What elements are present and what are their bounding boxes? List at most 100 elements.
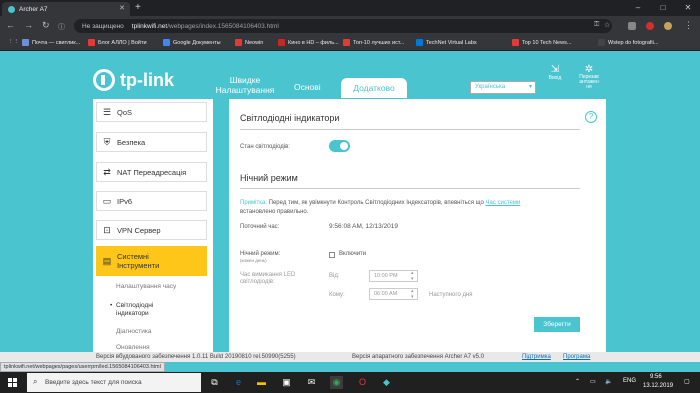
led-status-toggle[interactable]	[329, 140, 350, 152]
sidebar-item-nat[interactable]: ⇄ NAT Переадресація	[96, 162, 207, 182]
tab-quick-setup[interactable]: Швидке Налаштування	[214, 75, 276, 95]
bookmark-item[interactable]: Wstep do fotografii...	[598, 39, 658, 46]
bookmark-icon	[343, 39, 350, 46]
address-bar-row: ← → ↻ ⓘ Не защищено tplinkwifi.net /webp…	[0, 16, 700, 36]
main-panel: Світлодіодні індикатори Стан світлодіоді…	[229, 99, 606, 361]
bookmark-icon	[163, 39, 170, 46]
divider	[240, 188, 580, 189]
taskbar: Введите здесь текст для поиска ⌕ ⧉ e ▬ ▣…	[0, 372, 700, 393]
url-host: tplinkwifi.net	[131, 22, 168, 30]
save-button[interactable]: Зберегти	[534, 317, 580, 332]
clock-date[interactable]: 13.12.2019	[643, 383, 673, 389]
store-icon[interactable]: ▣	[280, 376, 293, 389]
bookmark-icon	[278, 39, 285, 46]
minimize-button[interactable]: –	[626, 0, 650, 16]
bookmark-item[interactable]: Кино в HD – филь...	[278, 39, 339, 46]
file-explorer-icon[interactable]: ▬	[255, 376, 268, 389]
led-off-time-label: Час вимикання LED світлодіодів:	[240, 272, 296, 285]
url-bar[interactable]: Не защищено tplinkwifi.net /webpages/ind…	[74, 19, 612, 33]
language-select[interactable]: Українська	[470, 81, 536, 94]
opera-extension-icon[interactable]	[646, 22, 654, 30]
network-icon[interactable]: ▭	[590, 378, 596, 385]
notifications-icon[interactable]: ▢	[684, 378, 690, 385]
help-icon[interactable]: ?	[585, 111, 597, 123]
sidebar: ☰ QoS ⛨ Безпека ⇄ NAT Переадресація ▭ IPv6 ⊡…	[93, 99, 213, 361]
qos-icon: ☰	[102, 106, 112, 117]
current-time-value: 9:56:08 AM, 12/13/2019	[329, 223, 399, 230]
language-indicator[interactable]: ENG	[623, 378, 636, 384]
submenu-led[interactable]: Світлодіодні індикатори	[110, 302, 196, 318]
enable-checkbox-row[interactable]: Включити	[329, 251, 366, 258]
sidebar-item-vpn[interactable]: ⊡ VPN Сервер	[96, 220, 207, 240]
reload-icon[interactable]: ↻	[42, 20, 50, 31]
edge-icon[interactable]: e	[232, 376, 245, 389]
star-icon[interactable]: ☆	[604, 21, 610, 29]
clock-time[interactable]: 9:56	[650, 374, 662, 380]
submenu-firmware-update[interactable]: Оновлення	[116, 344, 150, 352]
extension-icon[interactable]	[628, 22, 636, 30]
system-time-link[interactable]: Час системи	[486, 200, 521, 206]
section-title-led: Світлодіодні індикатори	[240, 113, 340, 123]
bookmark-icon	[22, 39, 29, 46]
submenu-time-settings[interactable]: Налаштування часу	[116, 283, 176, 291]
bookmark-item[interactable]: Блог АЛЛО | Войти	[88, 39, 147, 46]
from-time-spinner[interactable]: 10:00 PM	[369, 270, 418, 282]
bookmark-icon	[598, 39, 605, 46]
tab-advanced[interactable]: Додатково	[341, 78, 407, 98]
shield-icon: ⛨	[103, 136, 111, 147]
tray-up-icon[interactable]: ⌃	[575, 378, 580, 385]
tab-archer-a7[interactable]: Archer A7 ✕	[2, 2, 130, 16]
taskbar-search-input[interactable]: Введите здесь текст для поиска	[27, 373, 201, 392]
close-tab-icon[interactable]: ✕	[119, 4, 125, 12]
reboot-button[interactable]: ✲ Перезав антажен ня	[577, 64, 601, 90]
maximize-button[interactable]: □	[651, 0, 675, 16]
support-link[interactable]: Підтримка	[522, 354, 551, 360]
led-status-label: Стан світлодіодів:	[240, 144, 290, 150]
tab-basic[interactable]: Основі	[294, 82, 321, 92]
tab-title: Archer A7	[19, 5, 48, 13]
divider	[240, 129, 580, 130]
sidebar-item-system-tools[interactable]: ▤ Системні Інструменти	[96, 246, 207, 276]
app-link[interactable]: Програма	[563, 354, 590, 360]
logout-button[interactable]: ⇲ Вихід	[545, 64, 565, 81]
sidebar-item-ipv6[interactable]: ▭ IPv6	[96, 191, 207, 211]
router-page: tp-link Швидке Налаштування Основі Додат…	[0, 51, 700, 362]
bookmark-icon	[512, 39, 519, 46]
security-status: Не защищено	[82, 22, 124, 30]
sidebar-item-qos[interactable]: ☰ QoS	[96, 102, 207, 122]
sidebar-item-security[interactable]: ⛨ Безпека	[96, 132, 207, 152]
close-window-button[interactable]: ✕	[676, 0, 700, 16]
windows-start-icon[interactable]	[8, 378, 18, 388]
to-time-spinner[interactable]: 06:00 AM	[369, 288, 418, 300]
search-icon: ⌕	[33, 377, 38, 386]
volume-icon[interactable]: 🔈	[605, 378, 612, 385]
bookmark-item[interactable]: Топ-10 лучших ист...	[343, 39, 404, 46]
task-view-icon[interactable]: ⧉	[208, 376, 221, 389]
bookmark-icon	[88, 39, 95, 46]
bookmark-item[interactable]: Google Документы	[163, 39, 221, 46]
apps-icon[interactable]: ⋮⋮	[8, 39, 19, 45]
opera-icon[interactable]: O	[356, 376, 369, 389]
page-footer: Версія вбудованого забезпечення 1.0.11 B…	[0, 352, 700, 362]
bookmark-item[interactable]: Top 10 Tech News...	[512, 39, 571, 46]
ipv6-icon: ▭	[102, 195, 112, 206]
back-icon[interactable]: ←	[6, 20, 15, 30]
mail-icon[interactable]: ✉	[305, 376, 318, 389]
forward-icon[interactable]: →	[24, 20, 33, 30]
tab-strip: Archer A7 ✕ + – □ ✕	[0, 0, 700, 16]
firmware-version: Версія вбудованого забезпечення 1.0.11 B…	[96, 354, 296, 360]
profile-avatar[interactable]	[664, 22, 672, 30]
hardware-version: Версія апаратного забезпечення Archer A7…	[352, 354, 485, 360]
key-icon[interactable]: ⚿	[594, 21, 599, 29]
bookmark-item[interactable]: Neowin	[235, 39, 263, 46]
submenu-diagnostics[interactable]: Діагностика	[116, 328, 152, 336]
new-tab-button[interactable]: +	[135, 2, 141, 13]
info-icon[interactable]: ⓘ	[58, 22, 65, 32]
menu-icon[interactable]: ⋮	[684, 20, 693, 31]
bookmark-item[interactable]: TechNet Virtual Labs	[416, 39, 477, 46]
section-title-night-mode: Нічний режим	[240, 173, 298, 183]
app-icon[interactable]: ◆	[380, 376, 393, 389]
enable-checkbox[interactable]	[329, 251, 335, 258]
bookmark-item[interactable]: Почта — свитлик...	[22, 39, 80, 46]
chrome-icon[interactable]: ◉	[330, 376, 343, 389]
